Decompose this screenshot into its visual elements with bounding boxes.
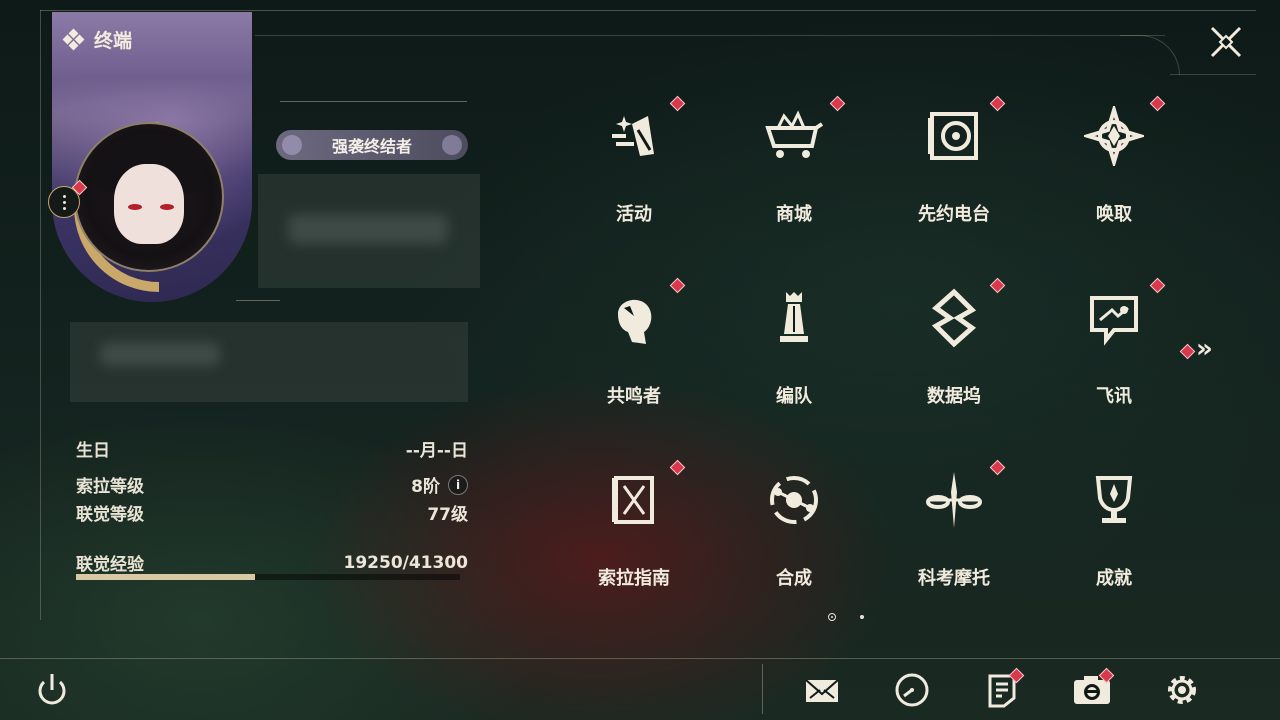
stat-union-level-label: 联觉等级	[76, 505, 144, 525]
menu-item-label: 编队	[776, 386, 812, 407]
double-chevron-right-icon: »	[1196, 334, 1213, 364]
avatar-eye-right	[160, 204, 174, 210]
avatar-eye-left	[128, 204, 142, 210]
trophy-icon	[1095, 476, 1133, 523]
guidebook-icon	[612, 476, 654, 524]
title-badge-text: 强袭终结者	[331, 137, 412, 156]
menu-item-label: 唤取	[1096, 204, 1132, 225]
menu-item-label: 先约电台	[918, 204, 990, 225]
notification-badge	[669, 95, 686, 112]
gear-icon	[1168, 676, 1196, 704]
frame-line-left	[40, 10, 41, 620]
menu-item-convene[interactable]: 唤取	[1034, 86, 1194, 256]
notification-badge	[989, 277, 1006, 294]
menu-item-synthesis[interactable]: 合成	[714, 450, 874, 620]
menu-item-label: 共鸣者	[607, 386, 661, 407]
title-badge[interactable]: 强袭终结者	[276, 130, 468, 160]
signature-blurred[interactable]	[70, 322, 468, 402]
union-exp-progress-bar	[76, 574, 460, 580]
notification-badge	[989, 95, 1006, 112]
data-bank-icon	[931, 288, 977, 348]
menu-item-label: 索拉指南	[598, 568, 670, 589]
settings-button[interactable]	[1160, 668, 1204, 712]
mail-button[interactable]	[800, 668, 844, 712]
page-indicator	[826, 612, 876, 624]
next-page-button[interactable]: »	[1178, 334, 1228, 364]
terminal-menu-grid: 活动 商城 先约电台 唤取 共鸣者 编队 数据坞 飞讯 索拉指南 合成 科考摩托…	[554, 86, 1194, 606]
menu-item-team[interactable]: 编队	[714, 268, 874, 438]
notification-badge	[829, 95, 846, 112]
terminal-title: 终端	[62, 26, 133, 53]
terminal-title-text: 终端	[94, 30, 133, 52]
frame-line-inner-right	[1170, 74, 1256, 75]
menu-item-label: 合成	[776, 568, 812, 589]
avatar-face	[114, 164, 184, 244]
stat-birthday-value: --月--日	[405, 441, 468, 461]
menu-item-label: 活动	[616, 204, 652, 225]
notification-badge	[1179, 343, 1196, 360]
menu-item-shop[interactable]: 商城	[714, 86, 874, 256]
stat-birthday-label: 生日	[76, 441, 110, 461]
menu-item-label: 商城	[776, 204, 812, 225]
diamonds-icon	[62, 28, 85, 50]
notification-badge	[989, 459, 1006, 476]
clock-icon	[895, 673, 929, 707]
stat-union-level-value: 77级	[427, 505, 468, 525]
notification-badge	[1149, 95, 1166, 112]
power-icon[interactable]	[30, 668, 74, 712]
menu-item-achievements[interactable]: 成就	[1034, 450, 1194, 620]
stat-sola-level-label: 索拉等级	[76, 477, 144, 497]
synthesis-icon	[770, 476, 818, 524]
stat-sola-level-value-group: 8阶 i	[411, 472, 468, 497]
radio-icon	[928, 112, 978, 160]
menu-item-guidebook[interactable]: 索拉指南	[554, 450, 714, 620]
notification-badge	[669, 459, 686, 476]
stat-sola-level: 索拉等级 8阶 i	[76, 472, 468, 497]
stat-sola-level-value: 8阶	[411, 477, 440, 497]
notification-badge	[1149, 277, 1166, 294]
menu-item-radio[interactable]: 先约电台	[874, 86, 1034, 256]
motorbike-icon	[926, 472, 982, 528]
menu-item-resonators[interactable]: 共鸣者	[554, 268, 714, 438]
menu-item-activity[interactable]: 活动	[554, 86, 714, 256]
bottom-bar-line	[0, 658, 1280, 659]
frame-line-inner	[255, 35, 1165, 36]
menu-item-messages[interactable]: 飞讯	[1034, 268, 1194, 438]
player-name-blurred	[258, 174, 480, 288]
chat-message-icon	[1090, 296, 1138, 346]
close-icon[interactable]	[1204, 20, 1248, 64]
mail-icon	[805, 679, 839, 702]
bottom-bar-divider	[762, 664, 763, 714]
notification-badge	[669, 277, 686, 294]
convene-compass-icon	[1084, 106, 1144, 166]
stat-union-level: 联觉等级 77级	[76, 500, 468, 525]
frame-line-top	[40, 10, 1256, 11]
stat-birthday: 生日 --月--日	[76, 436, 468, 461]
team-chess-icon	[780, 292, 808, 342]
camera-button[interactable]	[1070, 667, 1115, 712]
menu-item-motorbike[interactable]: 科考摩托	[874, 450, 1034, 620]
info-icon[interactable]: i	[448, 474, 468, 495]
page-dot[interactable]	[860, 615, 864, 619]
resonator-head-icon	[618, 299, 652, 344]
menu-item-label: 科考摩托	[918, 568, 990, 589]
menu-item-label: 飞讯	[1096, 386, 1132, 407]
menu-item-data-bank[interactable]: 数据坞	[874, 268, 1034, 438]
divider-title-top	[280, 101, 467, 102]
stat-union-exp-label: 联觉经验	[76, 555, 144, 575]
stat-union-exp: 联觉经验 19250/41300	[76, 550, 469, 576]
divider-portrait	[236, 300, 280, 301]
union-exp-progress-fill	[76, 574, 255, 580]
avatar[interactable]	[74, 122, 224, 272]
stat-union-exp-value: 19250/41300	[343, 552, 469, 573]
title-badge-emblem-left-icon	[282, 135, 302, 155]
menu-item-label: 数据坞	[927, 386, 981, 407]
title-badge-emblem-right-icon	[442, 135, 462, 155]
activity-icon	[612, 116, 654, 156]
page-dot-active[interactable]	[828, 613, 836, 621]
history-button[interactable]	[890, 668, 934, 712]
notes-button[interactable]	[980, 667, 1025, 712]
menu-item-label: 成就	[1096, 568, 1132, 589]
shop-crown-cart-icon	[765, 110, 824, 158]
